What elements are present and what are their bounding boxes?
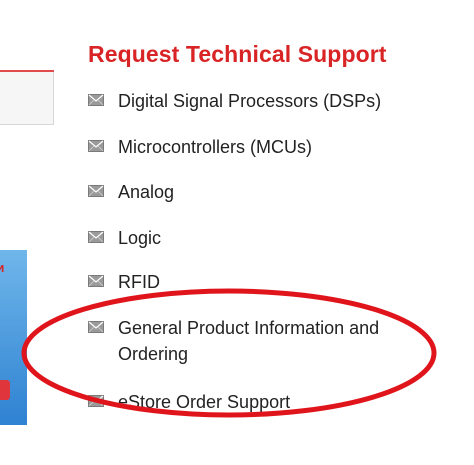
mail-icon [88,140,104,152]
support-title: Request Technical Support [88,41,387,67]
mail-icon [88,275,104,287]
promo-banner[interactable]: ти ты [0,250,27,425]
support-link-rfid[interactable]: RFID [118,269,160,295]
support-link-logic[interactable]: Logic [118,225,161,251]
promo-text-1: ти [0,260,5,275]
support-item-rfid[interactable]: RFID [88,269,160,295]
mail-icon [88,185,104,197]
support-link-general-product[interactable]: General Product Information and Ordering [118,315,418,367]
support-item-analog[interactable]: Analog [88,179,174,205]
support-item-mcu[interactable]: Microcontrollers (MCUs) [88,134,312,160]
support-item-general-product[interactable]: General Product Information and Ordering [88,315,418,367]
support-item-estore[interactable]: eStore Order Support [88,389,290,415]
support-link-dsp[interactable]: Digital Signal Processors (DSPs) [118,88,381,114]
support-link-analog[interactable]: Analog [118,179,174,205]
mail-icon [88,395,104,407]
page: ти ты Request Technical Support Digital … [0,0,474,465]
left-panel-input[interactable] [0,72,54,125]
promo-button[interactable] [0,380,10,400]
mail-icon [88,321,104,333]
support-item-logic[interactable]: Logic [88,225,161,251]
support-link-estore[interactable]: eStore Order Support [118,389,290,415]
support-link-mcu[interactable]: Microcontrollers (MCUs) [118,134,312,160]
support-item-dsp[interactable]: Digital Signal Processors (DSPs) [88,88,381,114]
mail-icon [88,94,104,106]
mail-icon [88,231,104,243]
promo-text-2: ты [0,320,22,335]
